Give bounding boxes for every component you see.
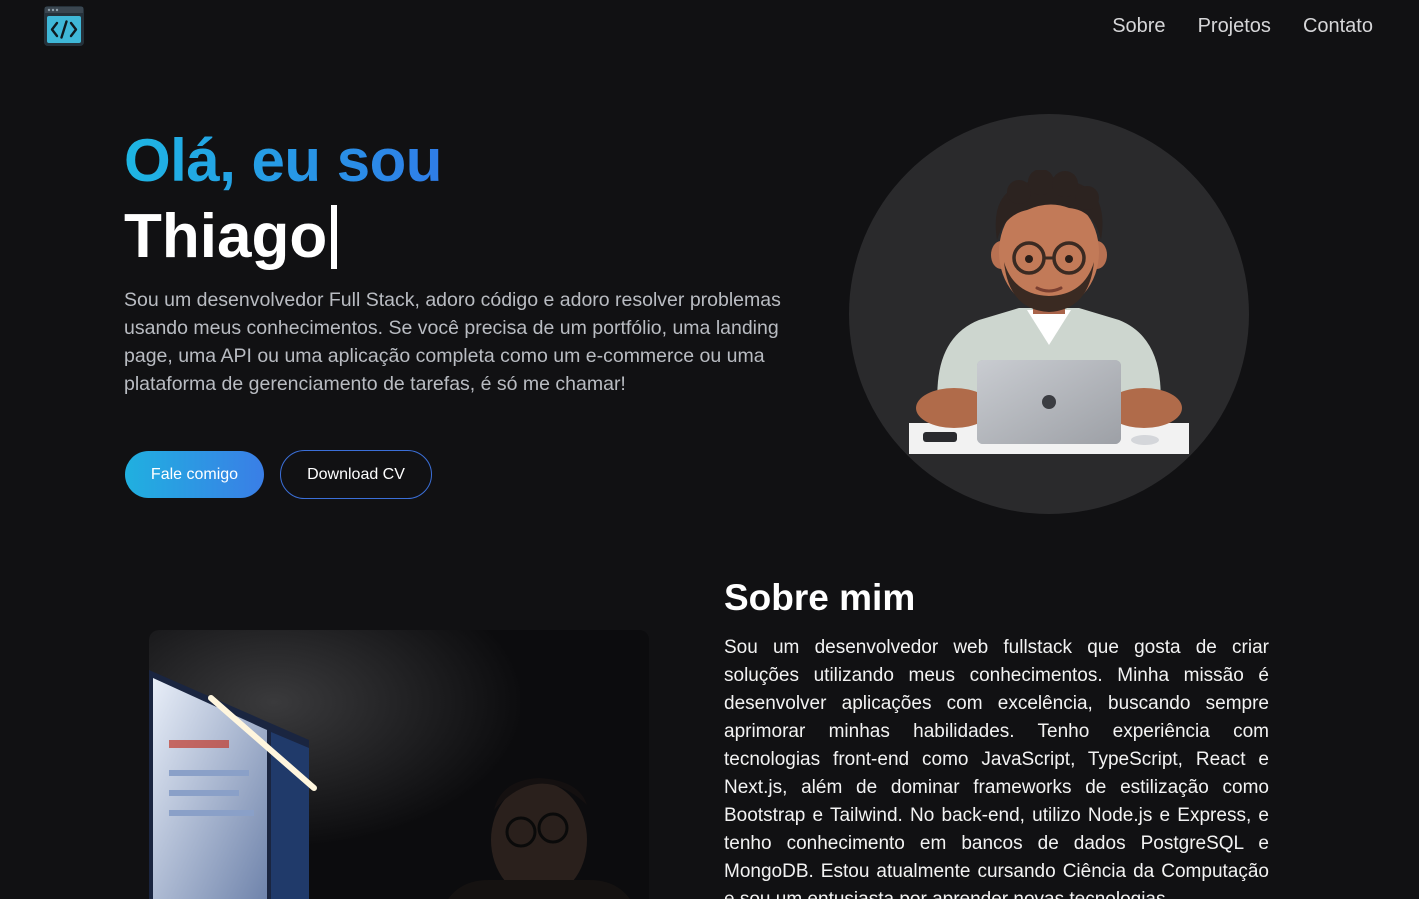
hero-description: Sou um desenvolvedor Full Stack, adoro c… <box>124 289 781 395</box>
about-title: Sobre mim <box>724 577 916 618</box>
about-text: Sou um desenvolvedor web fullstack que g… <box>724 637 1269 899</box>
code-brackets-icon[interactable] <box>44 6 84 46</box>
avatar-illustration <box>909 170 1189 454</box>
contact-button[interactable]: Fale comigo <box>125 451 264 498</box>
download-cv-button[interactable]: Download CV <box>280 450 432 499</box>
portfolio-page: Sobre Projetos Contato Olá, eu sou Thiag… <box>0 0 1419 899</box>
nav-link-sobre[interactable]: Sobre <box>1112 13 1165 39</box>
typing-cursor <box>331 205 338 269</box>
hero-name-text: Thiago <box>124 202 328 271</box>
main-nav: Sobre Projetos Contato <box>1112 13 1373 39</box>
nav-link-projetos[interactable]: Projetos <box>1198 13 1271 39</box>
hero-name: Thiago <box>124 200 338 274</box>
about-photo <box>149 630 649 899</box>
nav-link-contato[interactable]: Contato <box>1303 13 1373 39</box>
hero-greeting: Olá, eu sou <box>124 127 442 194</box>
